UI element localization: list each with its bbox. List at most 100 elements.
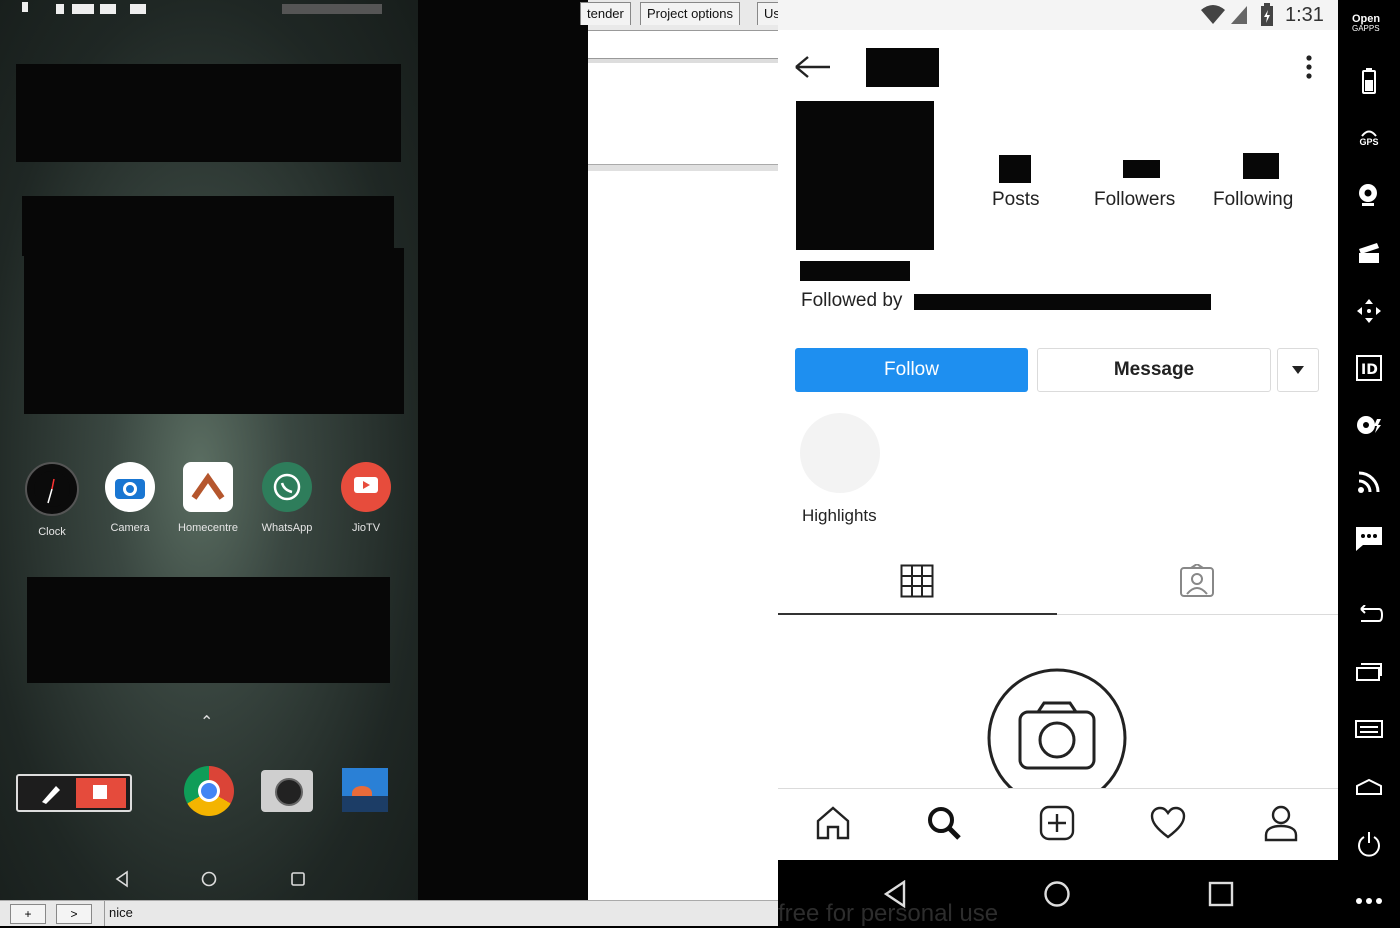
followed-by-label: Followed by (801, 290, 903, 311)
photo-icon[interactable] (342, 768, 388, 812)
tab-tender[interactable]: tender (580, 2, 631, 25)
redacted-avatar (796, 101, 934, 250)
following-label[interactable]: Following (1213, 189, 1293, 211)
gps-label: GPS (1359, 137, 1379, 147)
more-icon[interactable] (1351, 886, 1387, 916)
bottom-taskbar: + > nice (0, 900, 778, 926)
signal-icon (1231, 6, 1247, 24)
app-homecentre[interactable]: Homecentre (178, 462, 238, 534)
back-arrow-icon[interactable] (794, 54, 832, 80)
redacted-following-count (1243, 153, 1279, 179)
bottom-nav (778, 788, 1338, 861)
home-icon[interactable] (1043, 880, 1071, 908)
suggestions-dropdown-button[interactable] (1277, 348, 1319, 392)
back-icon[interactable] (114, 870, 130, 888)
redacted-name (800, 261, 910, 281)
back-icon[interactable] (1351, 600, 1387, 630)
app-whatsapp[interactable]: WhatsApp (257, 462, 317, 534)
tab-project-options[interactable]: Project options (640, 2, 740, 25)
id-icon[interactable]: ID (1351, 353, 1387, 383)
media-icon[interactable] (1351, 410, 1387, 440)
redacted-followers-count (1123, 160, 1160, 178)
recents-icon[interactable] (290, 871, 306, 887)
add-button[interactable]: + (10, 904, 46, 924)
home-icon[interactable] (815, 805, 851, 841)
watermark-text: free for personal use (778, 900, 999, 927)
battery-icon[interactable] (1351, 66, 1387, 96)
add-post-icon[interactable] (1039, 805, 1075, 841)
left-status-bar (0, 0, 418, 18)
system-nav-bar: free for personal use (778, 860, 1338, 927)
left-phone-screen: Clock Camera Homecentre WhatsApp JioTV ⌃ (0, 0, 418, 900)
search-icon[interactable] (926, 805, 962, 841)
webcam-icon[interactable] (1351, 180, 1387, 210)
app-label: Homecentre (178, 522, 238, 534)
recorder-icon[interactable] (16, 774, 132, 812)
home-icon (183, 462, 233, 512)
camera-icon[interactable] (261, 770, 313, 812)
desktop-tabbar: tender Project options Us (580, 0, 787, 31)
next-button[interactable]: > (56, 904, 92, 924)
move-icon[interactable] (1351, 296, 1387, 326)
app-camera[interactable]: Camera (100, 462, 160, 534)
follow-button[interactable]: Follow (795, 348, 1028, 392)
camera-placeholder-icon (987, 668, 1127, 789)
desktop-window (588, 0, 778, 900)
more-options-icon[interactable] (1304, 54, 1314, 80)
redacted-widget (24, 248, 404, 414)
message-button[interactable]: Message (1037, 348, 1271, 392)
active-tab-indicator (778, 613, 1057, 615)
whatsapp-icon (262, 462, 312, 512)
redacted-followers-list (914, 294, 1211, 310)
app-label: Camera (110, 522, 150, 534)
power-icon[interactable] (1351, 829, 1387, 859)
instagram-profile-screen: Posts Followers Following Followed by Fo… (778, 0, 1338, 861)
highlight-circle[interactable] (800, 413, 880, 493)
clock-icon (25, 462, 79, 516)
app-label: WhatsApp (261, 522, 313, 534)
chevron-down-icon (1292, 366, 1304, 374)
menu-icon[interactable] (1351, 714, 1387, 744)
play-icon (341, 462, 391, 512)
clapper-icon[interactable] (1351, 238, 1387, 268)
highlights-label: Highlights (802, 506, 877, 525)
redacted-posts-count (999, 155, 1031, 183)
app-drawer-up-icon[interactable]: ⌃ (200, 712, 213, 732)
posts-label: Posts (992, 189, 1040, 210)
grid-icon[interactable] (900, 564, 934, 598)
redacted-widget (16, 64, 401, 162)
app-clock[interactable]: Clock (22, 462, 82, 538)
wifi-icon (1201, 5, 1225, 24)
tagged-icon[interactable] (1179, 564, 1215, 598)
divider (104, 901, 105, 926)
black-gap (418, 0, 588, 900)
app-label: Clock (38, 526, 66, 538)
battery-icon (1261, 3, 1273, 26)
home-icon[interactable] (1351, 772, 1387, 802)
chrome-icon[interactable] (184, 766, 234, 816)
camera-icon (105, 462, 155, 512)
emulator-sidebar: Open GAPPS GPS ID (1338, 0, 1400, 925)
status-time: 1:31 (1285, 4, 1324, 26)
recents-icon[interactable] (1208, 881, 1234, 907)
heart-icon[interactable] (1150, 806, 1186, 840)
redacted-username (866, 48, 939, 87)
home-icon[interactable] (200, 870, 218, 888)
tab-divider (1057, 614, 1338, 615)
redacted-widget (22, 196, 394, 256)
recents-icon[interactable] (1351, 657, 1387, 687)
app-label: JioTV (351, 522, 381, 534)
gps-icon[interactable]: GPS (1351, 123, 1387, 153)
profile-icon[interactable] (1263, 804, 1299, 842)
open-gapps-button[interactable]: Open GAPPS (1352, 14, 1380, 34)
app-jiotv[interactable]: JioTV (336, 462, 396, 534)
ig-status-bar: 1:31 (778, 0, 1338, 30)
rss-icon[interactable] (1351, 467, 1387, 497)
taskbar-text-field[interactable]: nice (109, 905, 133, 920)
svg-text:ID: ID (1361, 362, 1378, 378)
redacted-widget (27, 577, 390, 683)
open-gapps-sublabel: GAPPS (1352, 24, 1380, 33)
message-icon[interactable] (1351, 524, 1387, 554)
open-gapps-label: Open (1352, 13, 1381, 25)
followers-label[interactable]: Followers (1094, 189, 1175, 211)
